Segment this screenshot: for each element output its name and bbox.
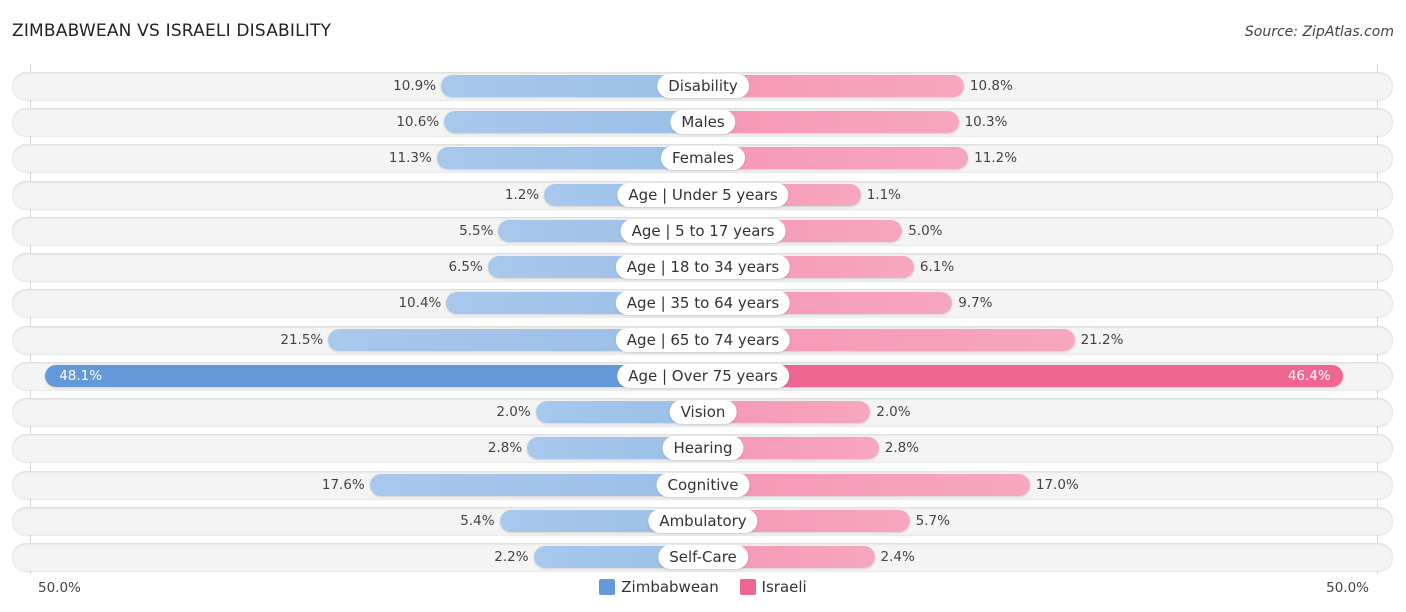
value-label-zimbabwean: 6.5%	[448, 259, 483, 275]
value-label-zimbabwean: 11.3%	[388, 150, 432, 166]
value-label-zimbabwean: 10.4%	[398, 295, 442, 311]
category-label: Age | 35 to 64 years	[615, 291, 791, 315]
value-label-zimbabwean: 10.6%	[396, 114, 440, 130]
category-label: Age | 18 to 34 years	[615, 255, 791, 279]
value-label-israeli: 1.1%	[866, 187, 902, 203]
value-label-zimbabwean: 2.2%	[494, 549, 529, 565]
value-label-israeli: 17.0%	[1035, 477, 1079, 493]
category-label: Vision	[669, 400, 737, 424]
value-label-zimbabwean: 1.2%	[504, 187, 540, 203]
category-label: Age | Over 75 years	[617, 364, 789, 388]
value-label-zimbabwean: 2.8%	[487, 440, 523, 456]
value-label-israeli: 6.1%	[919, 259, 955, 275]
value-label-israeli: 9.7%	[958, 295, 993, 311]
legend-label-zimbabwean: Zimbabwean	[621, 578, 719, 596]
value-label-zimbabwean: 5.4%	[460, 513, 495, 529]
value-label-israeli: 46.4%	[1287, 368, 1331, 384]
value-label-zimbabwean: 17.6%	[321, 477, 365, 493]
legend-item-zimbabwean[interactable]: Zimbabwean	[599, 578, 719, 596]
bar-israeli[interactable]	[703, 365, 1343, 387]
value-label-israeli: 2.8%	[884, 440, 920, 456]
category-label: Ambulatory	[648, 509, 758, 533]
value-label-israeli: 5.7%	[915, 513, 950, 529]
category-label: Age | 65 to 74 years	[615, 328, 791, 352]
category-label: Hearing	[662, 436, 744, 460]
category-label: Age | Under 5 years	[617, 183, 789, 207]
category-label: Females	[660, 146, 746, 170]
value-label-israeli: 2.0%	[876, 404, 911, 420]
value-label-israeli: 21.2%	[1080, 332, 1124, 348]
value-label-israeli: 10.8%	[969, 78, 1013, 94]
value-label-israeli: 11.2%	[974, 150, 1018, 166]
value-label-zimbabwean: 2.0%	[496, 404, 531, 420]
legend-swatch-israeli	[739, 579, 756, 595]
value-label-zimbabwean: 21.5%	[280, 332, 324, 348]
category-label: Cognitive	[656, 473, 750, 497]
value-label-israeli: 2.4%	[880, 549, 915, 565]
value-label-israeli: 10.3%	[964, 114, 1008, 130]
category-label: Age | 5 to 17 years	[620, 219, 786, 243]
bar-israeli[interactable]	[703, 474, 1030, 496]
value-label-zimbabwean: 48.1%	[59, 368, 103, 384]
bar-israeli[interactable]	[703, 111, 959, 133]
legend-item-israeli[interactable]: Israeli	[739, 578, 807, 596]
legend-label-israeli: Israeli	[761, 578, 807, 596]
value-label-zimbabwean: 5.5%	[459, 223, 494, 239]
bar-zimbabwean[interactable]	[369, 474, 703, 496]
category-label: Self-Care	[658, 545, 748, 569]
legend: Zimbabwean Israeli	[0, 578, 1406, 599]
value-label-israeli: 5.0%	[908, 223, 943, 239]
value-label-zimbabwean: 10.9%	[393, 78, 437, 94]
chart-rows: 10.9% 10.8% Disability 10.6% 10.3% Males 11.3%…	[0, 0, 1406, 612]
category-label: Disability	[657, 74, 749, 98]
bar-zimbabwean[interactable]	[444, 111, 703, 133]
legend-swatch-zimbabwean	[599, 579, 616, 595]
bar-zimbabwean[interactable]	[45, 365, 703, 387]
category-label: Males	[670, 110, 736, 134]
